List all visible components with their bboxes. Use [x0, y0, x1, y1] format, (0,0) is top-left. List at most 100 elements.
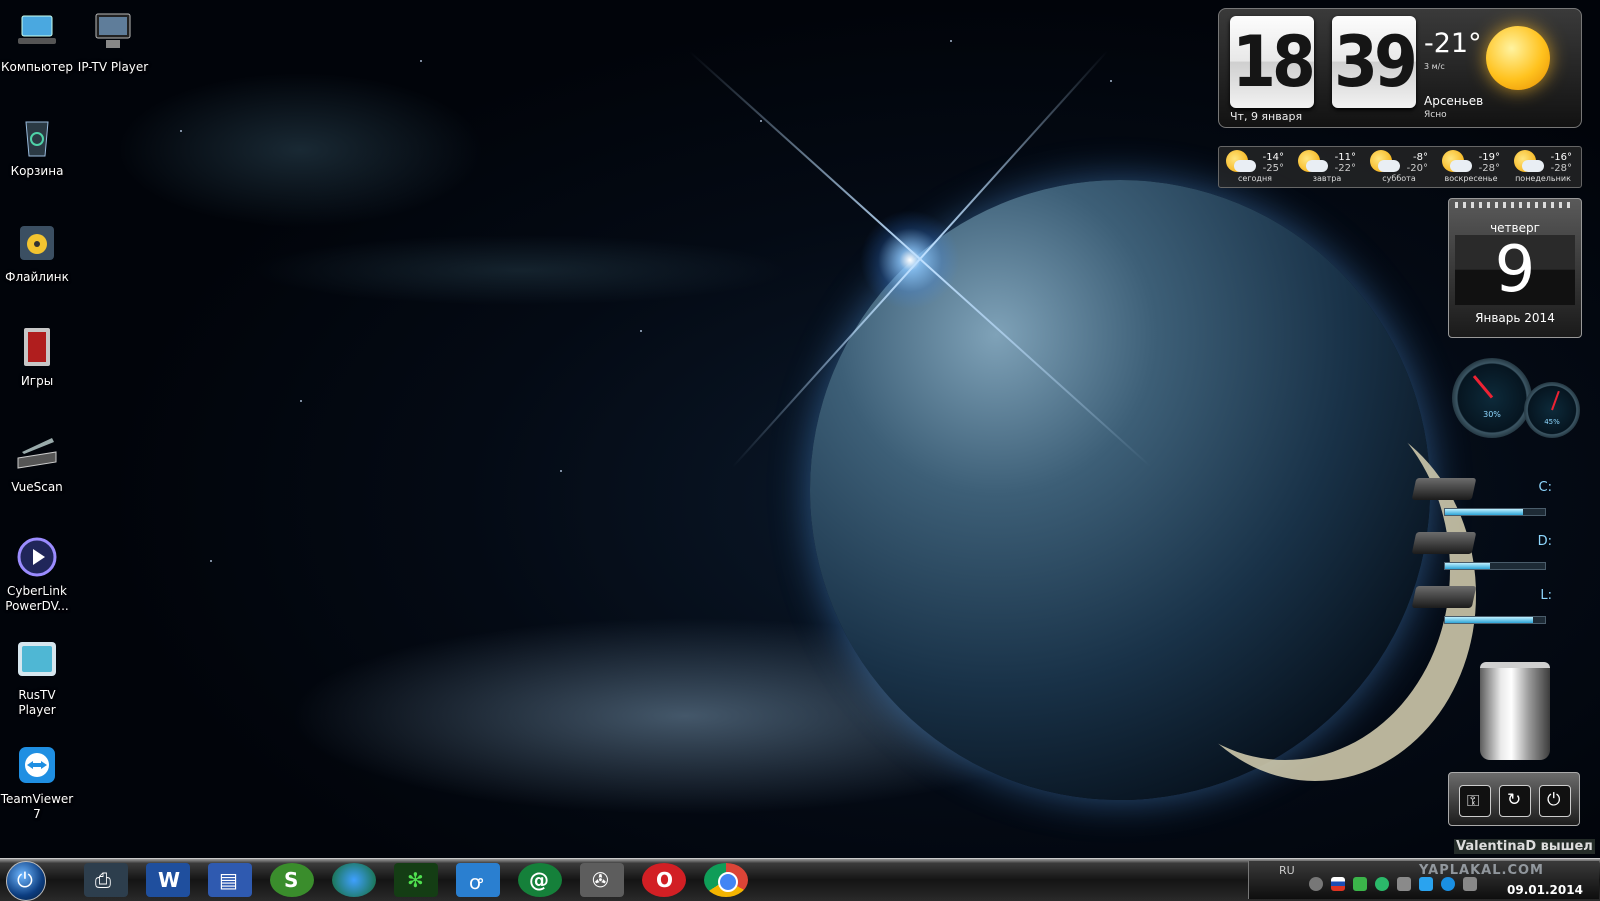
drive-d[interactable]: D: [1411, 532, 1554, 576]
taskbar-skype[interactable]: S [270, 863, 314, 897]
drive-letter: C: [1538, 480, 1552, 495]
forecast-day-name: суббота [1382, 174, 1416, 183]
desktop-icon-label: VueScan [11, 480, 63, 494]
calendar-day: 9 [1455, 235, 1575, 305]
sun-icon [1486, 26, 1550, 90]
desktop-icon-games[interactable]: Игры [0, 324, 74, 389]
forecast-day-name: завтра [1312, 174, 1342, 183]
taskbar-floppy[interactable]: ▤ [208, 863, 252, 897]
taskbar-opera[interactable]: O [642, 863, 686, 897]
restart-button[interactable]: ↻ [1499, 785, 1531, 817]
taskbar-globe[interactable] [332, 863, 376, 897]
key-icon: ⚿ [1467, 791, 1480, 810]
tray-network-icon[interactable] [1397, 877, 1411, 891]
taskbar-date[interactable]: 09.01.2014 [1507, 883, 1583, 897]
desktop-icon-recycle-bin[interactable]: Корзина [0, 114, 74, 179]
cloud-icon [1234, 160, 1256, 172]
desktop-icon-label: Флайлинк [5, 270, 69, 284]
trash-can-icon[interactable] [1480, 662, 1550, 760]
desktop-icon-rustv[interactable]: RusTV Player [0, 638, 74, 718]
show-hidden-icons[interactable] [1309, 877, 1323, 891]
power-icon: ⏻ [1547, 790, 1561, 810]
clock-date: Чт, 9 января [1230, 110, 1303, 123]
taskbar-printer[interactable]: ⎙ [84, 863, 128, 897]
taskbar-odnoklassniki[interactable]: ꝍ [456, 863, 500, 897]
desktop-icon-label: IP-TV Player [77, 60, 149, 74]
language-indicator[interactable]: RU [1279, 864, 1295, 877]
tray-mail-icon[interactable] [1375, 877, 1389, 891]
forecast-day[interactable]: -19° -28° воскресенье [1436, 148, 1506, 184]
cpu-gauge[interactable]: 30% [1452, 358, 1532, 438]
forecast-day[interactable]: -14° -25° сегодня [1220, 148, 1290, 184]
drive-usage-fill [1445, 509, 1523, 515]
watermark-text: YAPLAKAL.COM [1419, 863, 1544, 878]
tray-twitter-icon[interactable] [1419, 877, 1433, 891]
taskbar-mail-agent[interactable]: @ [518, 863, 562, 897]
desktop-icon-vuescan[interactable]: VueScan [0, 430, 74, 495]
cannabis-icon: ✻ [407, 868, 424, 892]
gauge-needle [1472, 375, 1494, 399]
drive-letter: L: [1540, 588, 1552, 603]
taskbar-cannabis-app[interactable]: ✻ [394, 863, 438, 897]
drive-c[interactable]: C: [1411, 478, 1554, 522]
word-icon: W [158, 868, 181, 892]
drive-usage-bar [1444, 562, 1546, 570]
desktop-wallpaper [0, 0, 1600, 858]
play-disc-icon [14, 534, 60, 580]
start-button[interactable]: ⏻ [6, 861, 46, 901]
drive-l[interactable]: L: [1411, 586, 1554, 630]
forecast-low: -25° [1262, 163, 1284, 174]
taskbar-word[interactable]: W [146, 863, 190, 897]
cloud-icon [1522, 160, 1544, 172]
tray-skype-icon[interactable] [1441, 877, 1455, 891]
shutdown-button[interactable]: ⏻ [1539, 785, 1571, 817]
forecast-day[interactable]: -11° -22° завтра [1292, 148, 1362, 184]
taskbar-satellite[interactable]: ✇ [580, 863, 624, 897]
cloud-icon [1378, 160, 1400, 172]
tray-shield-icon[interactable] [1463, 877, 1477, 891]
forecast-low: -28° [1478, 163, 1500, 174]
tray-green-icon[interactable] [1353, 877, 1367, 891]
tv-icon [90, 10, 136, 56]
power-icon: ⏻ [17, 868, 33, 892]
clock-hours: 18 [1230, 16, 1316, 108]
weather-city: Арсеньев [1424, 94, 1484, 108]
games-icon [14, 324, 60, 370]
weather-condition: Ясно [1424, 110, 1447, 120]
desktop-icon-label: Компьютер [1, 60, 73, 74]
desktop-icon-label: RusTV Player [18, 688, 56, 717]
desktop-icon-cyberlink[interactable]: CyberLink PowerDV... [0, 534, 74, 614]
computer-icon [14, 10, 60, 56]
skype-icon: S [284, 868, 299, 892]
cloud-icon [1450, 160, 1472, 172]
recycle-bin-icon [14, 114, 60, 160]
calendar-binding [1455, 202, 1575, 208]
calendar-widget[interactable]: четверг 9 Январь 2014 [1448, 198, 1582, 338]
ram-gauge[interactable]: 45% [1524, 382, 1580, 438]
desktop-icon-flylink[interactable]: Флайлинк [0, 220, 74, 285]
forecast-high: -8° [1413, 152, 1428, 163]
hard-drive-icon [1411, 586, 1477, 608]
drive-letter: D: [1537, 534, 1552, 549]
chrome-icon [718, 872, 738, 892]
desktop-icon-computer[interactable]: Компьютер [0, 10, 74, 75]
desktop-icon-teamviewer[interactable]: TeamViewer 7 [0, 742, 74, 822]
current-temperature: -21° [1424, 28, 1482, 59]
desktop-icon-label: TeamViewer 7 [0, 792, 74, 821]
forecast-day-name: воскресенье [1444, 174, 1498, 183]
calendar-month-year: Январь 2014 [1475, 311, 1555, 325]
desktop-icon-label: CyberLink PowerDV... [5, 584, 69, 613]
forecast-low: -22° [1334, 163, 1356, 174]
teamviewer-icon [14, 742, 60, 788]
drive-usage-fill [1445, 563, 1490, 569]
cloud-icon [1306, 160, 1328, 172]
desktop-icon-iptv[interactable]: IP-TV Player [76, 10, 150, 75]
taskbar-chrome[interactable] [704, 863, 748, 897]
ram-gauge-value: 45% [1544, 418, 1560, 426]
media-icon [14, 220, 60, 266]
cpu-gauge-value: 30% [1483, 410, 1501, 419]
taskbar: ⏻ ⎙ W ▤ S ✻ ꝍ @ ✇ O RU YAPLAKAL.COM 09.0… [0, 858, 1600, 901]
forecast-day[interactable]: -16° -28° понедельник [1508, 148, 1578, 184]
forecast-day[interactable]: -8° -20° суббота [1364, 148, 1434, 184]
lock-button[interactable]: ⚿ [1459, 785, 1491, 817]
